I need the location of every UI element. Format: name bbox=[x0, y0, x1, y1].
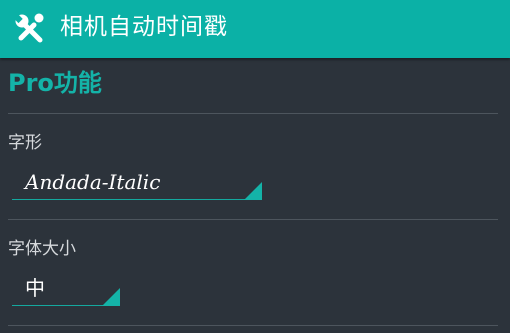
row-divider bbox=[8, 325, 498, 326]
font-size-spinner-value: 中 bbox=[25, 276, 45, 300]
spinner-triangle-icon bbox=[102, 288, 120, 306]
font-spinner-underline bbox=[12, 199, 262, 200]
font-label: 字形 bbox=[8, 133, 42, 153]
spinner-triangle-icon bbox=[244, 182, 262, 200]
section-divider bbox=[8, 113, 498, 114]
font-spinner[interactable]: Andada-Italic bbox=[12, 168, 262, 200]
section-title: Pro功能 bbox=[8, 69, 102, 97]
app-bar: 相机自动时间戳 bbox=[0, 0, 510, 58]
tools-icon[interactable] bbox=[13, 12, 46, 44]
row-divider bbox=[8, 219, 498, 220]
font-spinner-value: Andada-Italic bbox=[25, 170, 161, 194]
app-title: 相机自动时间戳 bbox=[60, 14, 228, 40]
font-size-label: 字体大小 bbox=[8, 239, 76, 259]
font-size-spinner[interactable]: 中 bbox=[12, 274, 120, 306]
